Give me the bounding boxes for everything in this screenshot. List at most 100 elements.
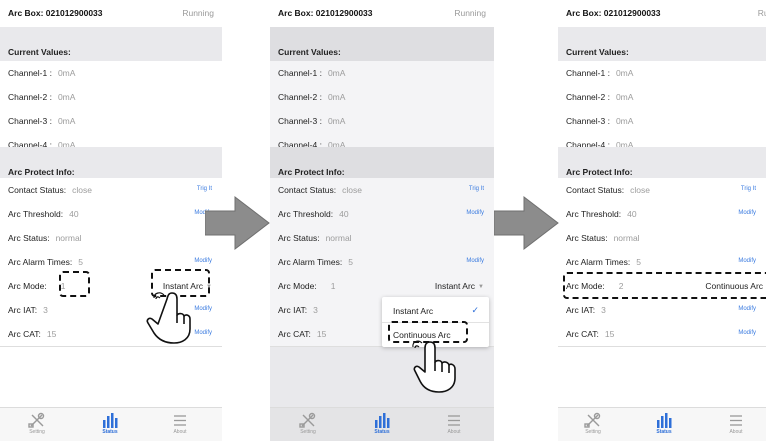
channel-value: 0mA: [57, 68, 76, 78]
field-label: Arc Mode:: [8, 281, 47, 291]
channel-label: Channel-1 :: [278, 68, 322, 78]
header: Arc Box: 021012900033 Running: [0, 0, 222, 27]
current-values-section: Current Values:: [558, 27, 766, 61]
field-value: 5: [78, 257, 83, 267]
channel-value: 0mA: [615, 68, 634, 78]
header: Arc Box: 021012900033 Running: [270, 0, 494, 27]
modify-button[interactable]: Modify: [466, 258, 484, 264]
field-value: normal: [325, 233, 352, 243]
modify-button[interactable]: Modify: [738, 258, 756, 264]
tab-about[interactable]: About: [150, 412, 210, 435]
field-label: Arc Threshold:: [278, 209, 334, 219]
modify-button[interactable]: Modify: [738, 210, 756, 216]
trig-it-button[interactable]: Trig It: [469, 186, 484, 192]
tab-setting[interactable]: Setting: [278, 412, 338, 435]
tab-label: Status: [374, 429, 390, 435]
tab-bar: Setting Status About: [558, 407, 766, 441]
section-title: Arc Protect Info:: [566, 167, 633, 177]
arc-status-row: Arc Status: normal: [558, 226, 766, 251]
screen-after: Arc Box: 021012900033 Runni Current Valu…: [558, 0, 766, 441]
channel-2-row: Channel-2 : 0mA: [0, 85, 222, 110]
arc-status-row: Arc Status: normal: [270, 226, 494, 251]
tab-status[interactable]: Status: [634, 412, 694, 435]
tab-about[interactable]: About: [424, 412, 484, 435]
bar-chart-icon: [375, 413, 390, 428]
tab-setting[interactable]: Setting: [563, 412, 623, 435]
bar-chart-icon: [657, 413, 672, 428]
tab-bar: Setting Status About: [0, 407, 222, 441]
tap-hand-icon: [412, 340, 456, 393]
field-value: 3: [313, 305, 318, 315]
field-label: Contact Status:: [8, 185, 67, 195]
channel-label: Channel-1 :: [566, 68, 610, 78]
tab-setting[interactable]: Setting: [7, 412, 67, 435]
section-title: Current Values:: [566, 47, 629, 57]
channel-label: Channel-3 :: [278, 116, 322, 126]
channel-value: 0mA: [327, 116, 346, 126]
select-value: Instant Arc: [434, 281, 476, 291]
modify-button[interactable]: Modify: [738, 306, 756, 312]
current-values-section: Current Values:: [270, 27, 494, 61]
highlight-mode-row: [563, 272, 766, 299]
field-label: Contact Status:: [278, 185, 337, 195]
channel-2-row: Channel-2 : 0mA: [270, 85, 494, 110]
field-label: Arc Alarm Times:: [566, 257, 631, 267]
contact-status-row: Contact Status: close Trig It: [270, 178, 494, 203]
channel-value: 0mA: [615, 92, 634, 102]
field-value: normal: [613, 233, 640, 243]
channel-label: Channel-3 :: [8, 116, 52, 126]
modify-button[interactable]: Modify: [466, 210, 484, 216]
channel-label: Channel-2 :: [566, 92, 610, 102]
tab-status[interactable]: Status: [80, 412, 140, 435]
option-instant-arc[interactable]: Instant Arc ✓: [382, 298, 489, 323]
arc-alarm-times-row: Arc Alarm Times: 5 Modify: [270, 250, 494, 275]
running-status: Running: [454, 8, 486, 18]
field-label: Arc Status:: [278, 233, 320, 243]
arc-protect-section: Arc Protect Info:: [270, 147, 494, 181]
channel-value: 0mA: [327, 92, 346, 102]
channel-label: Channel-2 :: [8, 92, 52, 102]
screen-dropdown: Arc Box: 021012900033 Running Current Va…: [270, 0, 494, 441]
trig-it-button[interactable]: Trig It: [197, 186, 212, 192]
field-label: Arc CAT:: [566, 329, 599, 339]
arc-iat-row: Arc IAT: 3 Modify: [558, 298, 766, 323]
tab-label: Setting: [300, 429, 316, 435]
section-title: Arc Protect Info:: [8, 167, 75, 177]
channel-value: 0mA: [615, 116, 634, 126]
menu-icon: [174, 415, 186, 426]
menu-icon: [730, 415, 742, 426]
channel-label: Channel-2 :: [278, 92, 322, 102]
field-value: 3: [601, 305, 606, 315]
box-title: Arc Box: 021012900033: [8, 8, 103, 18]
field-label: Arc CAT:: [278, 329, 311, 339]
tab-label: About: [729, 429, 743, 435]
channel-1-row: Channel-1 : 0mA: [270, 61, 494, 86]
modify-button[interactable]: Modify: [194, 258, 212, 264]
screen-before: Arc Box: 021012900033 Running Current Va…: [0, 0, 222, 441]
field-label: Arc Alarm Times:: [278, 257, 343, 267]
arc-mode-row: Arc Mode: 1 Instant Arc ▼: [270, 274, 494, 299]
tab-label: Setting: [585, 429, 601, 435]
channel-1-row: Channel-1 : 0mA: [558, 61, 766, 86]
tools-icon: [299, 412, 316, 428]
field-label: Arc CAT:: [8, 329, 41, 339]
channel-3-row: Channel-3 : 0mA: [0, 109, 222, 134]
tab-status[interactable]: Status: [352, 412, 412, 435]
tab-label: Status: [102, 429, 118, 435]
modify-button[interactable]: Modify: [194, 306, 212, 312]
field-value: 15: [316, 329, 327, 339]
section-title: Arc Protect Info:: [278, 167, 345, 177]
tab-label: About: [173, 429, 187, 435]
trig-it-button[interactable]: Trig It: [741, 186, 756, 192]
arc-mode-select[interactable]: Instant Arc ▼: [435, 281, 484, 291]
bar-chart-icon: [103, 413, 118, 428]
field-label: Contact Status:: [566, 185, 625, 195]
field-label: Arc IAT:: [278, 305, 308, 315]
tap-hand-icon: [146, 292, 191, 344]
modify-button[interactable]: Modify: [738, 330, 756, 336]
right-arrow-icon: [494, 195, 559, 251]
field-value: normal: [55, 233, 82, 243]
field-value: 15: [604, 329, 615, 339]
tab-about[interactable]: About: [706, 412, 766, 435]
modify-button[interactable]: Modify: [194, 330, 212, 336]
